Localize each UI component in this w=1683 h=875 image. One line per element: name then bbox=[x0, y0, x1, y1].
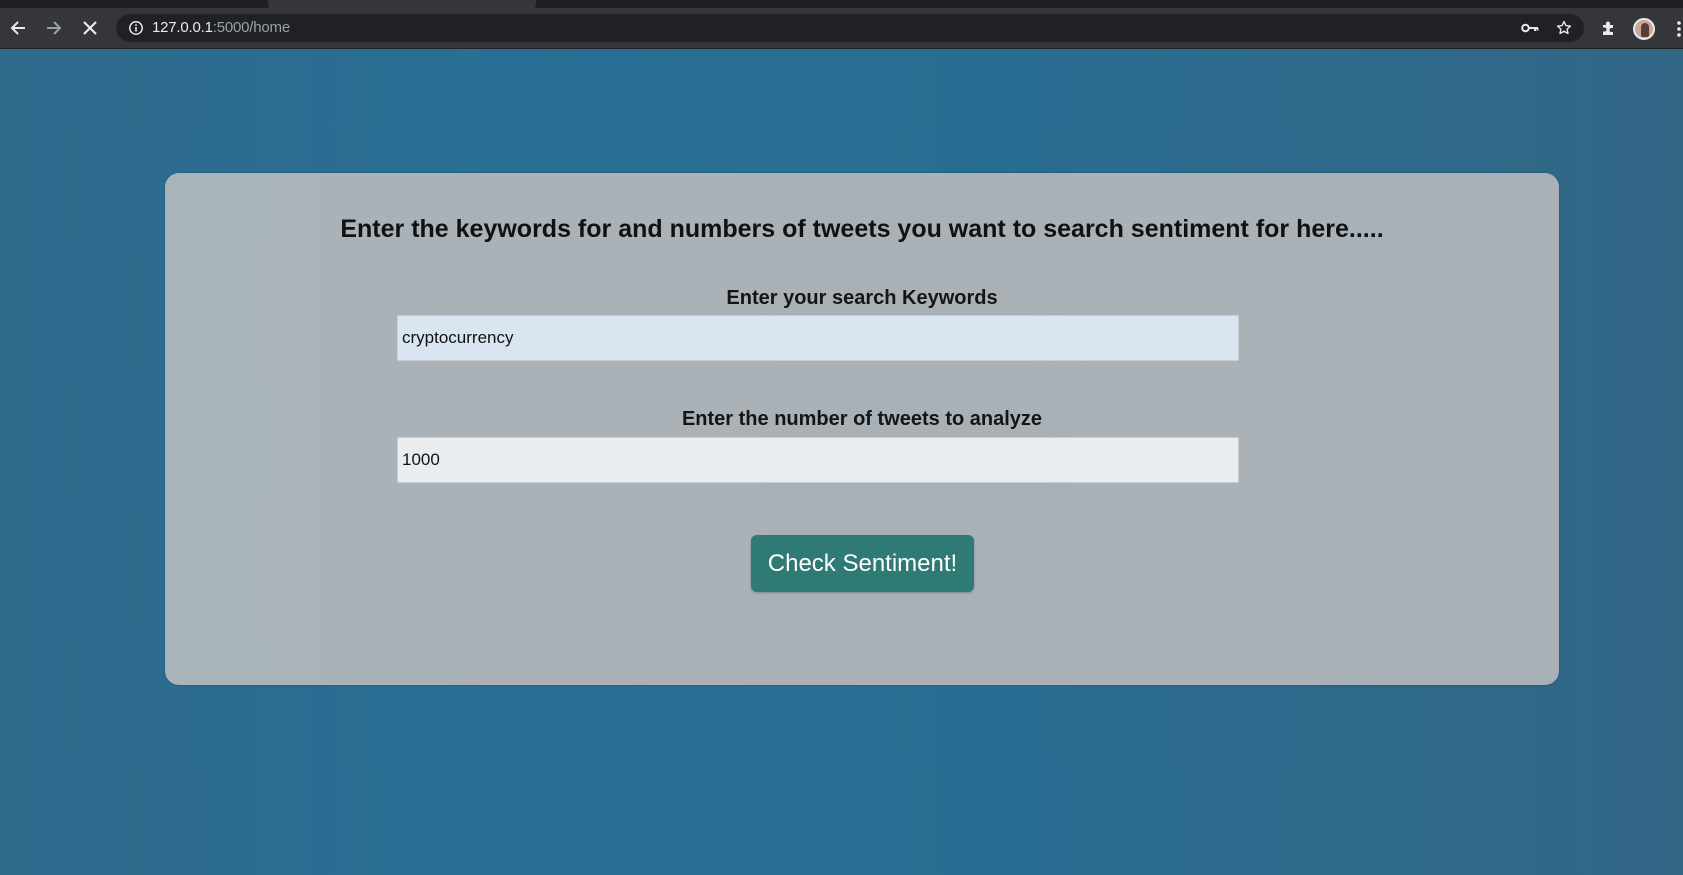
key-icon[interactable] bbox=[1520, 20, 1540, 36]
info-icon[interactable] bbox=[128, 20, 144, 36]
search-form-card: Enter the keywords for and numbers of tw… bbox=[165, 173, 1559, 685]
page-title: Enter the keywords for and numbers of tw… bbox=[340, 215, 1384, 243]
check-sentiment-button[interactable]: Check Sentiment! bbox=[751, 535, 974, 592]
tweet-count-input[interactable] bbox=[397, 437, 1239, 483]
puzzle-icon[interactable] bbox=[1597, 16, 1621, 40]
url-host: 127.0.0.1 bbox=[152, 19, 213, 36]
url-text[interactable]: 127.0.0.1:5000/home bbox=[152, 20, 290, 36]
keywords-input[interactable] bbox=[397, 315, 1239, 361]
browser-toolbar: 127.0.0.1:5000/home bbox=[0, 8, 1683, 49]
avatar[interactable] bbox=[1633, 18, 1655, 40]
arrow-right-icon[interactable] bbox=[42, 16, 66, 40]
keywords-label: Enter your search Keywords bbox=[726, 287, 998, 309]
close-icon[interactable] bbox=[78, 16, 102, 40]
more-vert-icon[interactable] bbox=[1677, 20, 1681, 38]
star-icon[interactable] bbox=[1554, 20, 1574, 36]
arrow-left-icon[interactable] bbox=[6, 16, 30, 40]
url-path: :5000/home bbox=[212, 19, 290, 36]
tweet-count-label: Enter the number of tweets to analyze bbox=[681, 408, 1043, 430]
address-bar[interactable]: 127.0.0.1:5000/home bbox=[116, 14, 1584, 42]
